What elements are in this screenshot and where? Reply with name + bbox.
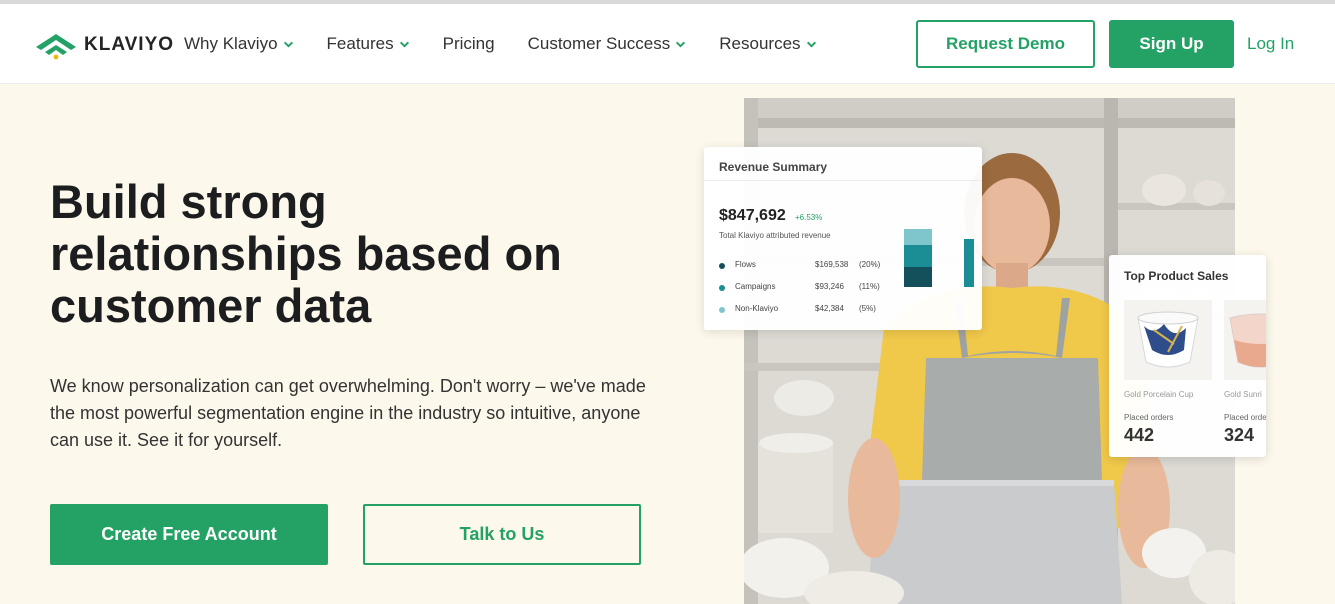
revenue-caption: Total Klaviyo attributed revenue (719, 231, 831, 240)
nav-why-klaviyo[interactable]: Why Klaviyo (184, 32, 294, 56)
brand-wordmark: KLAVIYO (84, 34, 175, 55)
nav-features[interactable]: Features (327, 32, 410, 56)
porcelain-cup-icon (1137, 311, 1199, 368)
brand-logo[interactable]: KLAVIYO (34, 30, 174, 60)
revenue-row-campaigns: Campaigns $93,246 (11%) (719, 282, 889, 294)
create-free-account-button[interactable]: Create Free Account (50, 504, 328, 565)
sign-up-button[interactable]: Sign Up (1109, 20, 1234, 68)
nav-label: Why Klaviyo (184, 34, 278, 53)
chevron-down-icon (283, 41, 293, 48)
placed-orders-count: 324 (1224, 425, 1255, 445)
revenue-total: $847,692 (719, 207, 786, 224)
log-in-link[interactable]: Log In (1247, 34, 1294, 54)
revenue-row-percent: (11%) (859, 282, 880, 291)
product-name: Gold Porcelain Cup (1124, 390, 1194, 399)
product-name: Gold Sunri (1224, 390, 1262, 399)
revenue-bar (904, 267, 932, 287)
talk-to-us-button[interactable]: Talk to Us (363, 504, 641, 565)
legend-dot (719, 263, 725, 269)
sunrise-cup-icon (1229, 313, 1266, 368)
divider (704, 180, 982, 181)
hero-headline: Build strong relationships based on cust… (50, 175, 562, 332)
revenue-row-percent: (20%) (859, 260, 881, 269)
chevron-down-icon (676, 41, 686, 48)
top-product-sales-card: Top Product Sales Gold Porcelain Cup Gol… (1109, 255, 1266, 457)
revenue-row-amount: $169,538 (815, 260, 849, 269)
site-header: KLAVIYO Why Klaviyo Features Pricing Cus… (0, 4, 1335, 84)
placed-orders-count: 442 (1124, 425, 1155, 445)
nav-resources[interactable]: Resources (719, 32, 816, 56)
legend-dot (719, 307, 725, 313)
placed-orders-label: Placed orders (1224, 413, 1266, 422)
revenue-row-amount: $93,246 (815, 282, 844, 291)
nav-label: Pricing (442, 34, 495, 53)
main-nav: Why Klaviyo Features Pricing Customer Su… (184, 32, 850, 56)
request-demo-button[interactable]: Request Demo (916, 20, 1095, 68)
nav-pricing[interactable]: Pricing (443, 32, 495, 56)
placed-orders-label: Placed orders (1124, 413, 1174, 422)
klaviyo-wifi-logo-icon (36, 34, 76, 60)
chevron-down-icon (399, 41, 409, 48)
revenue-summary-title: Revenue Summary (719, 160, 828, 174)
product-image (1124, 300, 1212, 380)
revenue-summary-card: Revenue Summary $847,692 +6.53% Total Kl… (704, 147, 982, 330)
revenue-row-label: Non-Klaviyo (735, 304, 779, 313)
nav-label: Features (326, 34, 394, 53)
hero-subtext: We know personalization can get overwhel… (50, 376, 646, 450)
revenue-change: +6.53% (795, 213, 823, 222)
revenue-row-label: Flows (735, 260, 756, 269)
nav-label: Customer Success (527, 34, 671, 53)
revenue-bar (904, 229, 932, 245)
nav-customer-success[interactable]: Customer Success (528, 32, 687, 56)
revenue-row-flows: Flows $169,538 (20%) (719, 260, 889, 272)
revenue-row-percent: (5%) (859, 304, 876, 313)
chevron-down-icon (806, 41, 816, 48)
revenue-row-amount: $42,384 (815, 304, 844, 313)
nav-label: Resources (719, 34, 801, 53)
product-image (1224, 300, 1266, 380)
revenue-bar (964, 239, 974, 287)
legend-dot (719, 285, 725, 291)
revenue-row-label: Campaigns (735, 282, 776, 291)
revenue-row-non-klaviyo: Non-Klaviyo $42,384 (5%) (719, 304, 889, 316)
top-products-title: Top Product Sales (1124, 269, 1229, 283)
revenue-bars (904, 227, 974, 287)
